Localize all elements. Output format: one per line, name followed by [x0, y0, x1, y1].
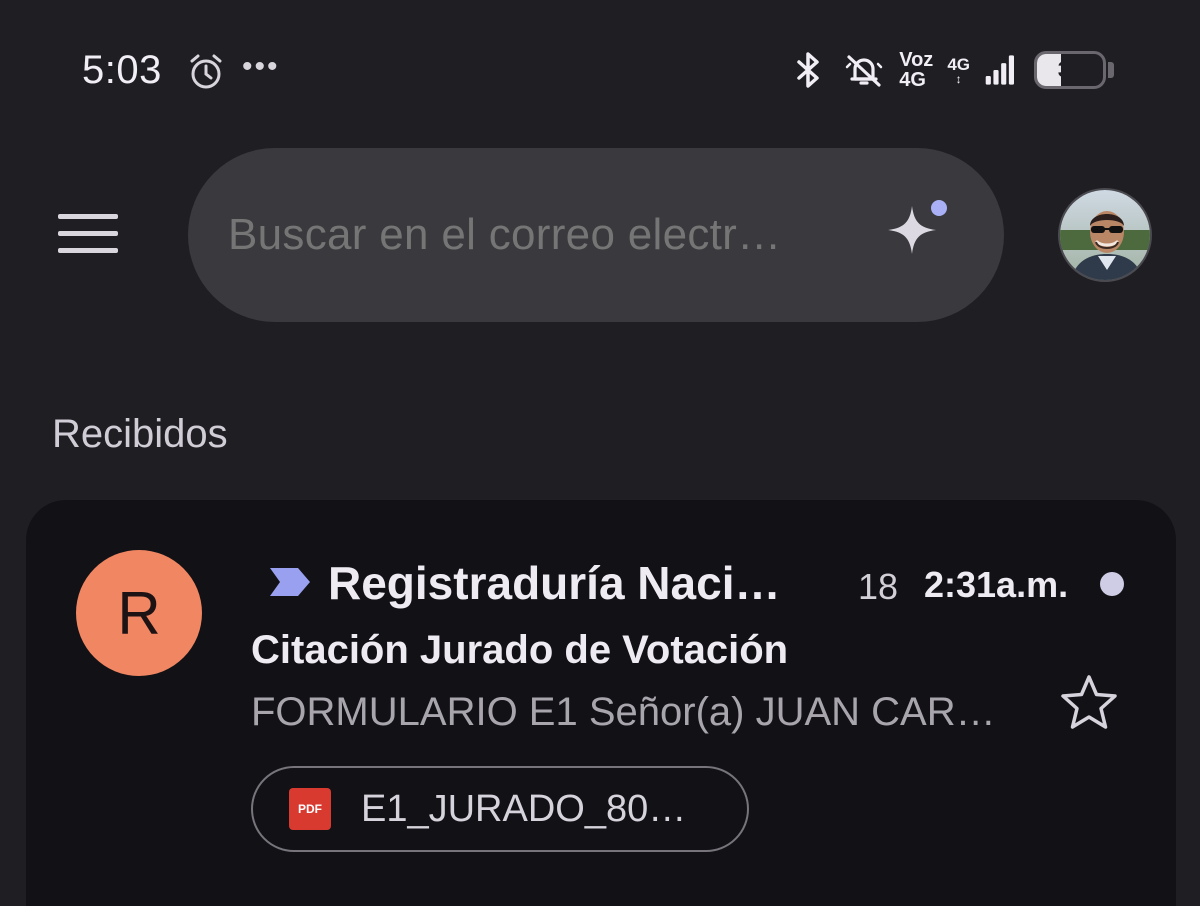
- email-list-item[interactable]: R Registraduría Naci… 18 2:31a.m. Citaci…: [26, 500, 1176, 906]
- email-time: 2:31a.m.: [924, 564, 1069, 605]
- pdf-icon: PDF: [289, 788, 331, 830]
- thread-count: 18: [858, 566, 899, 607]
- search-bar[interactable]: [188, 148, 1004, 322]
- important-icon[interactable]: [266, 564, 314, 600]
- battery-icon: 37: [1034, 51, 1106, 89]
- sender-avatar[interactable]: R: [76, 550, 202, 676]
- attachment-name: E1_JURADO_80…: [361, 787, 687, 830]
- voz-text: Voz: [899, 49, 934, 71]
- account-avatar[interactable]: [1058, 188, 1152, 282]
- status-icons: Voz 4G 4G ↕ 37: [787, 44, 1114, 96]
- bluetooth-icon: [797, 52, 819, 88]
- data-4g-text: 4G: [947, 54, 970, 74]
- hamburger-menu-icon[interactable]: [58, 214, 118, 256]
- gmail-inbox-screen: 5:03 ••• Voz 4G 4G ↕ 37 Buscar en el cor…: [0, 0, 1200, 906]
- data-arrows-icon: ↕: [955, 71, 962, 86]
- attachment-chip[interactable]: PDF E1_JURADO_80…: [251, 766, 749, 852]
- email-snippet: FORMULARIO E1 Señor(a) JUAN CAR…: [251, 690, 996, 734]
- battery-cap: [1108, 62, 1114, 78]
- signal-icon: [985, 55, 1014, 85]
- profile-photo: [1060, 190, 1150, 280]
- email-subject: Citación Jurado de Votación: [251, 628, 789, 672]
- data-4g-label: 4G ↕: [947, 56, 970, 85]
- email-sender: Registraduría Naci…: [328, 557, 781, 609]
- star-icon[interactable]: [1056, 670, 1122, 736]
- bell-off-icon: [845, 55, 883, 87]
- alarm-icon: [190, 54, 222, 89]
- battery-level: 37: [1057, 57, 1083, 82]
- unread-indicator: [1100, 572, 1124, 596]
- status-time: 5:03: [82, 48, 162, 92]
- sparkle-icon[interactable]: [880, 196, 954, 270]
- status-more-icon: •••: [242, 50, 280, 83]
- voz-4g-text: 4G: [899, 69, 926, 91]
- search-input[interactable]: [228, 210, 848, 260]
- inbox-section-title: Recibidos: [52, 412, 228, 456]
- network-voz-label: Voz 4G: [899, 50, 933, 90]
